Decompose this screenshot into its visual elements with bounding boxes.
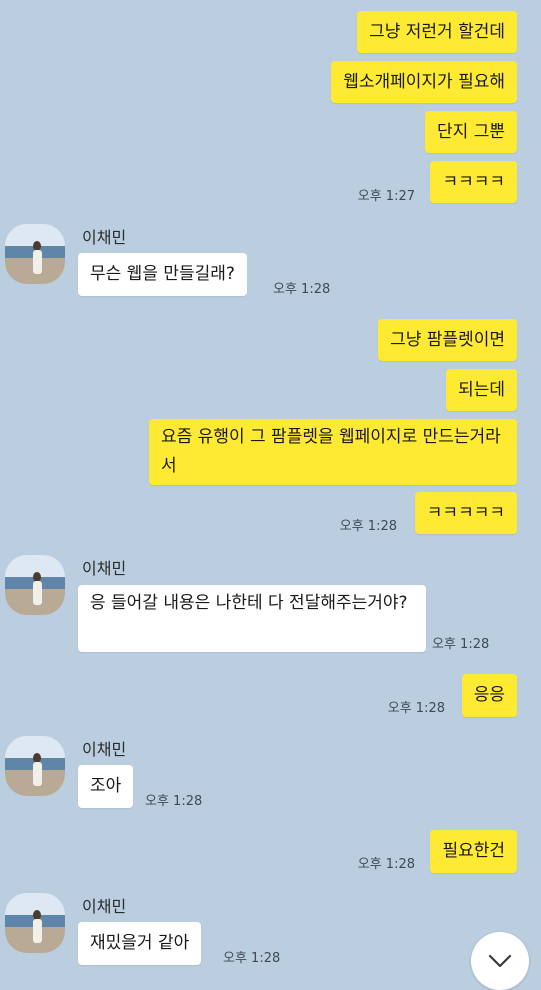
profile-photo-beach-icon	[5, 555, 65, 615]
profile-photo-beach-icon	[5, 736, 65, 796]
contact-avatar[interactable]	[5, 224, 65, 284]
sender-name: 이채민	[82, 740, 127, 759]
profile-photo-beach-icon	[5, 224, 65, 284]
message-timestamp: 오후 1:28	[223, 951, 281, 966]
message-timestamp: 오후 1:27	[357, 189, 415, 204]
message-timestamp: 오후 1:28	[432, 637, 490, 652]
sender-name: 이채민	[82, 897, 127, 916]
their-message-bubble[interactable]: 재밌을거 같아	[78, 922, 202, 965]
chevron-down-icon	[488, 954, 512, 968]
contact-avatar[interactable]	[5, 555, 65, 615]
message-timestamp: 오후 1:28	[387, 701, 445, 716]
my-message-bubble[interactable]: 되는데	[446, 369, 517, 411]
scroll-to-bottom-button[interactable]	[471, 932, 529, 990]
my-message-bubble[interactable]: 응응	[461, 674, 517, 717]
my-message-bubble[interactable]: 그냥 팜플렛이면	[378, 319, 517, 361]
contact-avatar[interactable]	[5, 736, 65, 796]
my-message-bubble[interactable]: 단지 그뿐	[425, 111, 517, 153]
my-message-bubble[interactable]: 웹소개페이지가 필요해	[331, 61, 517, 103]
contact-avatar[interactable]	[5, 893, 65, 953]
their-message-bubble[interactable]: 조아	[78, 765, 134, 808]
my-message-bubble[interactable]: 필요한건	[430, 830, 517, 873]
my-message-bubble[interactable]: 그냥 저런거 할건데	[357, 11, 517, 53]
their-message-bubble[interactable]: 응 들어갈 내용은 나한테 다 전달해주는거야?	[78, 585, 426, 652]
message-timestamp: 오후 1:28	[357, 857, 415, 872]
sender-name: 이채민	[82, 559, 127, 578]
my-message-bubble[interactable]: ㅋㅋㅋㅋㅋ	[414, 492, 517, 534]
their-message-bubble[interactable]: 무슨 웹을 만들길래?	[78, 253, 247, 296]
profile-photo-beach-icon	[5, 893, 65, 953]
sender-name: 이채민	[82, 228, 127, 247]
message-timestamp: 오후 1:28	[145, 794, 203, 809]
my-message-bubble[interactable]: ㅋㅋㅋㅋ	[430, 161, 517, 203]
message-timestamp: 오후 1:28	[339, 519, 397, 534]
my-message-bubble[interactable]: 요즘 유행이 그 팜플렛을 웹페이지로 만드는거라서	[149, 419, 517, 485]
message-timestamp: 오후 1:28	[273, 282, 331, 297]
